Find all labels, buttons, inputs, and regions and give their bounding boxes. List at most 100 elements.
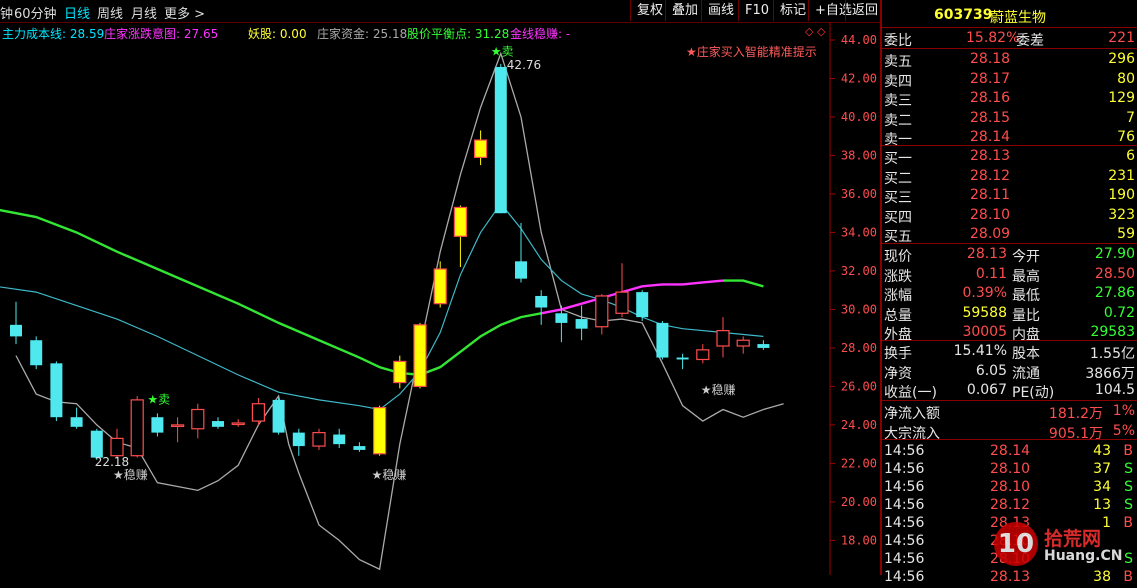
buy-order-row: 买二 28.12 231 bbox=[882, 167, 1137, 187]
candle-body bbox=[615, 291, 629, 314]
order-volume: 80 bbox=[1117, 70, 1135, 87]
tick-price: 28.12 bbox=[990, 497, 1031, 513]
flow-percent: 5% bbox=[1112, 422, 1135, 439]
candle-body bbox=[50, 363, 63, 418]
indicator-dealer-funds: 庄家资金: 25.18 bbox=[317, 27, 408, 41]
fundamental-row: 换手 15.41% 股本 1.55亿 bbox=[882, 342, 1137, 362]
f10-button[interactable]: F10 bbox=[738, 0, 775, 21]
balance-line-right bbox=[723, 279, 764, 288]
candle-body bbox=[130, 399, 144, 457]
order-price: 28.18 bbox=[970, 51, 1011, 67]
price-tick-label: 22.00 bbox=[841, 456, 877, 470]
sell-order-row: 卖五 28.18 296 bbox=[882, 50, 1137, 70]
tick-price: 28.10 bbox=[990, 461, 1031, 477]
back-button[interactable]: 返回 bbox=[845, 0, 884, 21]
kline-chart[interactable]: 44.00 42.00 40.00 38.00 36.00 34.00 32.00 30.00… bbox=[0, 22, 880, 575]
order-level: 卖三 bbox=[884, 93, 912, 109]
candle-body bbox=[373, 406, 387, 455]
price-tick-label: 36.00 bbox=[841, 187, 877, 201]
period-minute-tab[interactable]: 钟 bbox=[0, 3, 13, 22]
chart-annotation: ★稳赚 bbox=[372, 467, 407, 482]
sell-order-row: 卖二 28.15 7 bbox=[882, 109, 1137, 129]
weibi-label: 委比 bbox=[884, 33, 912, 49]
chart-annotation: ★稳赚 bbox=[701, 382, 736, 397]
order-level: 买一 bbox=[884, 151, 912, 167]
candle-body bbox=[433, 268, 447, 305]
tick-volume: 13 bbox=[1093, 497, 1111, 513]
tick-time: 14:56 bbox=[884, 479, 925, 495]
candle-body bbox=[757, 344, 770, 348]
quote-value: 27.90 bbox=[1094, 246, 1135, 262]
mark-button[interactable]: 标记 bbox=[773, 0, 812, 21]
order-price: 28.16 bbox=[970, 90, 1011, 106]
quote-label: 最低 bbox=[1012, 288, 1040, 304]
order-volume: 6 bbox=[1126, 148, 1135, 164]
weibi-value: 15.82% bbox=[966, 30, 1020, 46]
order-level: 卖五 bbox=[884, 54, 912, 70]
candle-body bbox=[413, 324, 427, 388]
candle-body bbox=[656, 322, 669, 358]
quote-label: 内盘 bbox=[1012, 327, 1040, 343]
price-tick-label: 20.00 bbox=[841, 495, 877, 509]
order-level: 卖二 bbox=[884, 112, 912, 129]
price-tick-label: 26.00 bbox=[841, 379, 877, 393]
fuquan-button[interactable]: 复权 bbox=[630, 0, 669, 21]
period-60min-tab[interactable]: 60分钟 bbox=[14, 3, 57, 22]
tick-side: B bbox=[1123, 443, 1133, 459]
quote-panel: 603739 蔚蓝生物 委比 15.82% 委差 221 卖五 28.18 296 卖… bbox=[880, 0, 1137, 585]
candle-body bbox=[515, 261, 527, 279]
candle-body bbox=[676, 357, 689, 360]
fundamental-label: 收益(一) bbox=[884, 385, 937, 401]
fundamental-value: 0.067 bbox=[966, 382, 1007, 398]
quote-label: 今开 bbox=[1012, 249, 1040, 265]
fund-flow-row: 净流入额 181.2万 1% bbox=[882, 402, 1137, 422]
quote-label: 涨跌 bbox=[884, 268, 912, 285]
tick-price: 28.14 bbox=[990, 443, 1031, 459]
order-volume: 59 bbox=[1117, 226, 1135, 242]
candle-body bbox=[474, 139, 488, 158]
indicator-yaogu: 妖股: 0.00 bbox=[248, 27, 307, 41]
chart-annotation: ★稳赚 bbox=[113, 467, 148, 482]
candle-body bbox=[70, 417, 83, 427]
candle-body bbox=[393, 360, 407, 384]
period-month-tab[interactable]: 月线 bbox=[131, 3, 157, 22]
order-level: 买四 bbox=[884, 209, 912, 226]
stock-code: 603739 bbox=[934, 7, 993, 23]
chart-corner-icons[interactable]: ◇ ◇ bbox=[805, 25, 825, 38]
quote-label: 现价 bbox=[884, 249, 912, 265]
fundamental-row: 净资 6.05 流通 3866万 bbox=[882, 362, 1137, 382]
period-more-tab[interactable]: 更多 > bbox=[164, 3, 205, 22]
period-week-tab[interactable]: 周线 bbox=[97, 3, 123, 22]
candle-body bbox=[736, 339, 750, 347]
candle-body bbox=[353, 446, 366, 450]
candle-body bbox=[555, 313, 568, 323]
candle-body bbox=[231, 422, 245, 426]
candle-body bbox=[453, 206, 467, 237]
stock-header: 603739 蔚蓝生物 bbox=[882, 6, 1137, 26]
tick-side: S bbox=[1124, 497, 1133, 513]
quote-value: 28.13 bbox=[966, 246, 1007, 262]
order-level: 卖一 bbox=[884, 132, 912, 148]
weibi-row: 委比 15.82% 委差 221 bbox=[882, 29, 1137, 49]
tick-time: 14:56 bbox=[884, 533, 925, 549]
quote-value: 30005 bbox=[962, 324, 1007, 340]
order-price: 28.17 bbox=[970, 70, 1011, 87]
quote-label: 外盘 bbox=[884, 327, 912, 343]
tick-row: 14:56 28.14 43 B bbox=[882, 442, 1137, 462]
order-volume: 231 bbox=[1108, 167, 1135, 184]
order-level: 卖四 bbox=[884, 73, 912, 90]
buy-order-row: 买五 28.09 59 bbox=[882, 225, 1137, 245]
indicator-main-cost: 主力成本线: 28.59 bbox=[2, 27, 105, 41]
indicator-balance-point: 股价平衡点: 31.28 bbox=[407, 27, 510, 41]
fundamental-label: 股本 bbox=[1012, 346, 1040, 362]
overlay-button[interactable]: 叠加 bbox=[665, 0, 704, 21]
fundamental-value: 3866万 bbox=[1085, 365, 1135, 382]
flow-percent: 1% bbox=[1112, 403, 1135, 419]
order-price: 28.11 bbox=[970, 187, 1011, 203]
draw-line-button[interactable]: 画线 bbox=[701, 0, 740, 21]
quote-label: 总量 bbox=[884, 307, 912, 324]
tick-time: 14:56 bbox=[884, 551, 925, 567]
order-price: 28.14 bbox=[970, 129, 1011, 145]
weicha-value: 221 bbox=[1108, 30, 1135, 46]
period-day-tab[interactable]: 日线 bbox=[64, 3, 90, 22]
